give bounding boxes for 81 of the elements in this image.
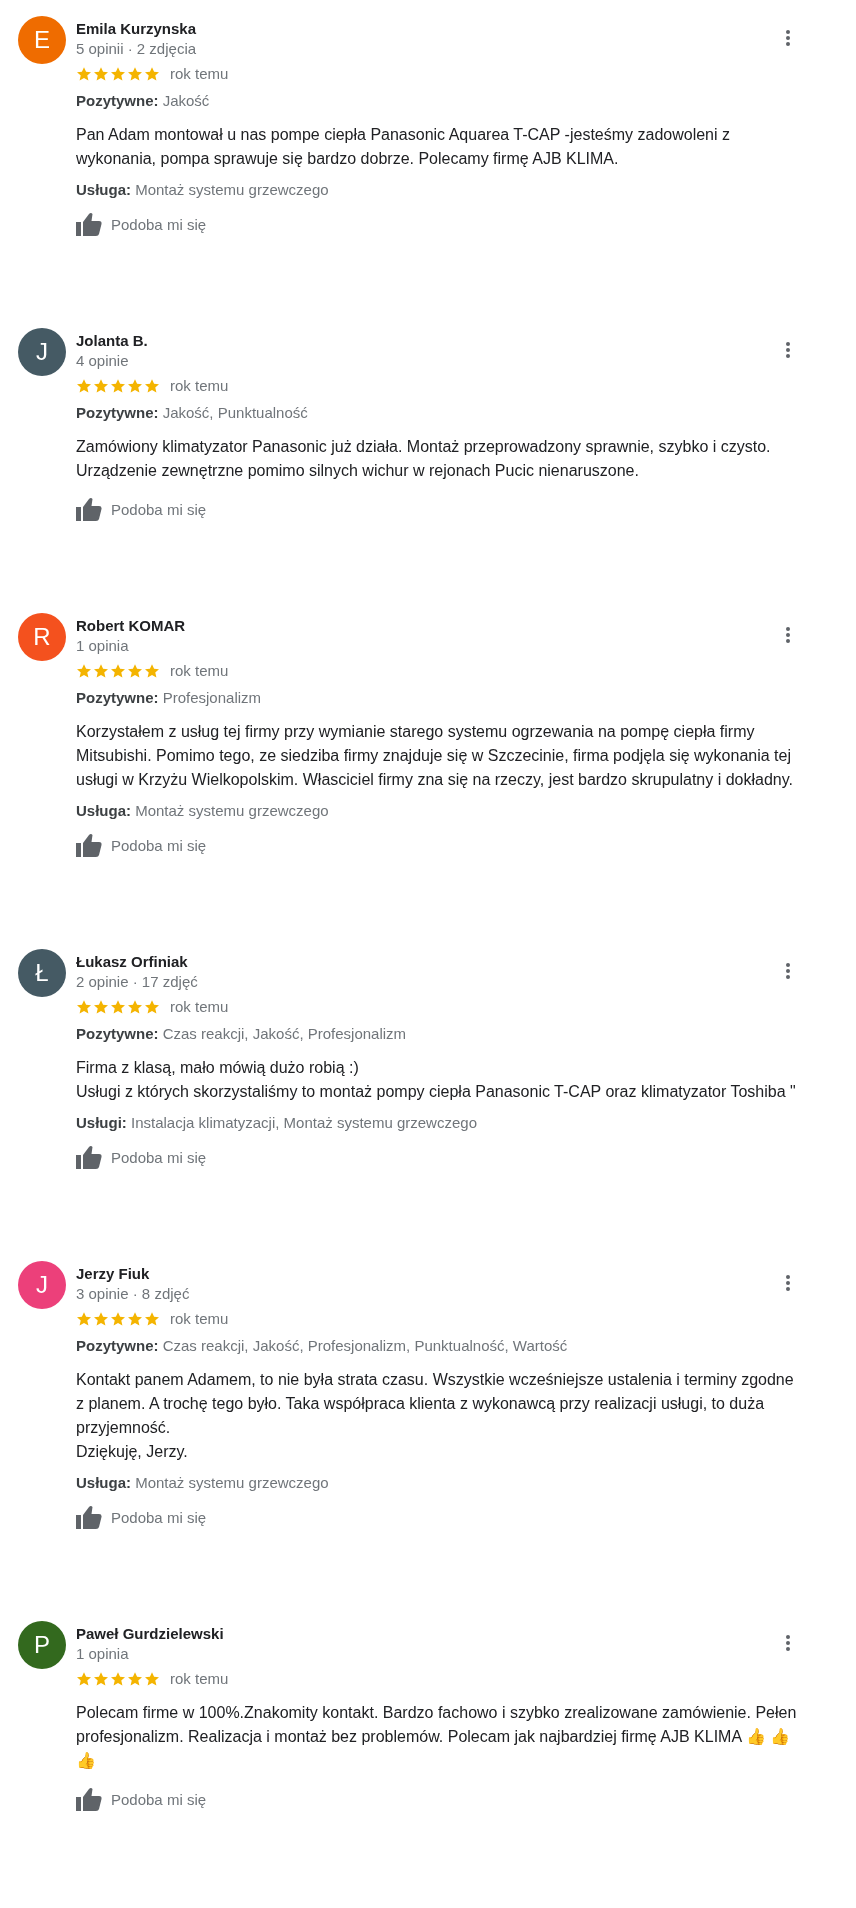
avatar: R	[18, 613, 66, 661]
thumbs-up-icon	[76, 1145, 102, 1169]
reviewer-stats: 1 opinia	[76, 637, 130, 654]
review-date: rok temu	[170, 1670, 229, 1687]
star-icon	[127, 662, 143, 679]
review-date: rok temu	[170, 377, 229, 394]
star-icon	[127, 1310, 143, 1327]
reviewer-stats: 4 opinie	[76, 352, 130, 369]
reviewer-name[interactable]: Robert KOMAR	[76, 617, 186, 634]
star-icon	[93, 377, 109, 394]
avatar: P	[18, 1621, 66, 1669]
star-icon	[144, 377, 160, 394]
like-button[interactable]: Podoba mi się	[76, 497, 207, 521]
star-icon	[93, 1310, 109, 1327]
star-icon	[110, 65, 126, 82]
star-icon	[110, 377, 126, 394]
review-date: rok temu	[170, 1310, 229, 1327]
star-icon	[144, 65, 160, 82]
thumbs-up-icon	[76, 497, 102, 521]
star-icon	[144, 1670, 160, 1687]
star-icon	[127, 998, 143, 1015]
thumbs-up-icon	[76, 212, 102, 236]
positive-attributes: Pozytywne: Profesjonalizm	[76, 689, 263, 706]
service-info: Usługi: Instalacja klimatyzacji, Montaż systemu grzewczego	[76, 1114, 478, 1131]
positive-attributes: Pozytywne: Czas reakcji, Jakość, Profesjonalizm, Punktualność, Wartość	[76, 1337, 569, 1354]
review-text: Firma z klasą, mało mówią dużo robią :) Usługi z których skorzystaliśmy to montaż pompy ciepła Panasonic T-CAP oraz klimatyzator Toshiba "	[76, 1058, 797, 1102]
reviewer-stats: 2 opinie · 17 zdjęć	[76, 973, 198, 990]
review-text: Pan Adam montował u nas pompe ciepła Panasonic Aquarea T-CAP -jesteśmy zadowoleni z wykonania, pompa sprawuje się bardzo dobrze. Polecamy firmę AJB KLIMA.	[76, 125, 731, 169]
star-icon	[127, 1670, 143, 1687]
like-button[interactable]: Podoba mi się	[76, 1145, 207, 1169]
positive-attributes: Pozytywne: Czas reakcji, Jakość, Profesjonalizm	[76, 1025, 408, 1042]
reviewer-name[interactable]: Emila Kurzynska	[76, 20, 197, 37]
positive-attributes: Pozytywne: Jakość, Punktualność	[76, 404, 309, 421]
star-icon	[127, 377, 143, 394]
review-date: rok temu	[170, 65, 229, 82]
avatar: J	[18, 1261, 66, 1309]
star-icon	[76, 65, 92, 82]
star-icon	[127, 65, 143, 82]
avatar: Ł	[18, 949, 66, 997]
avatar: E	[18, 16, 66, 64]
star-icon	[144, 662, 160, 679]
star-icon	[110, 1310, 126, 1327]
service-info: Usługa: Montaż systemu grzewczego	[76, 802, 330, 819]
star-icon	[93, 998, 109, 1015]
reviewer-stats: 5 opinii · 2 zdjęcia	[76, 40, 197, 57]
star-icon	[93, 65, 109, 82]
star-icon	[76, 1670, 92, 1687]
review-text: Zamówiony klimatyzator Panasonic już działa. Montaż przeprowadzony sprawnie, szybko i czysto. Urządzenie zewnętrzne pomimo silnych wichur w rejonach Pucic nienaruszone.	[76, 437, 772, 481]
review-text: Polecam firme w 100%.Znakomity kontakt. Bardzo fachowo i szybko zrealizowane zamówienie. Pełen profesjonalizm. Realizacja i montaż bez problemów. Polecam jak najbardziej firmę AJB KLIMA 👍 👍 👍	[76, 1703, 798, 1771]
reviewer-name[interactable]: Paweł Gurdzielewski	[76, 1625, 224, 1642]
star-icon	[110, 662, 126, 679]
star-icon	[144, 998, 160, 1015]
thumbs-up-icon	[76, 1787, 102, 1811]
star-icon	[93, 662, 109, 679]
star-icon	[76, 1310, 92, 1327]
reviewer-stats: 1 opinia	[76, 1645, 130, 1662]
positive-attributes: Pozytywne: Jakość	[76, 92, 211, 109]
star-icon	[144, 1310, 160, 1327]
like-button[interactable]: Podoba mi się	[76, 1505, 207, 1529]
review-text: Kontakt panem Adamem, to nie była strata czasu. Wszystkie wcześniejsze ustalenia i terminy zgodne z planem. A trochę tego było. Taka współpraca klienta z wykonawcą przy realizacji usługi, to duża przyjemność. Dziękuję, Jerzy.	[76, 1370, 795, 1462]
like-button[interactable]: Podoba mi się	[76, 833, 207, 857]
review-date: rok temu	[170, 662, 229, 679]
service-info: Usługa: Montaż systemu grzewczego	[76, 181, 330, 198]
star-icon	[110, 998, 126, 1015]
reviewer-name[interactable]: Jerzy Fiuk	[76, 1265, 190, 1282]
like-button[interactable]: Podoba mi się	[76, 212, 207, 236]
like-button[interactable]: Podoba mi się	[76, 1787, 207, 1811]
avatar: J	[18, 328, 66, 376]
review-date: rok temu	[170, 998, 229, 1015]
thumbs-up-icon	[76, 833, 102, 857]
star-icon	[93, 1670, 109, 1687]
review-text: Korzystałem z usług tej firmy przy wymianie starego systemu ogrzewania na pompę ciepła firmy Mitsubishi. Pomimo tego, ze siedziba firmy znajduje się w Szczecinie, firma podjęla się wykonania tej usługi w Krzyżu Wielkopolskim. Własciciel firmy zna się na rzeczy, jest bardzo skrupulatny i dokładny.	[76, 722, 794, 790]
star-icon	[76, 662, 92, 679]
reviewer-name[interactable]: Jolanta B.	[76, 332, 148, 349]
star-icon	[110, 1670, 126, 1687]
reviewer-name[interactable]: Łukasz Orfiniak	[76, 953, 198, 970]
star-icon	[76, 998, 92, 1015]
star-icon	[76, 377, 92, 394]
service-info: Usługa: Montaż systemu grzewczego	[76, 1474, 330, 1491]
reviewer-stats: 3 opinie · 8 zdjęć	[76, 1285, 190, 1302]
thumbs-up-icon	[76, 1505, 102, 1529]
